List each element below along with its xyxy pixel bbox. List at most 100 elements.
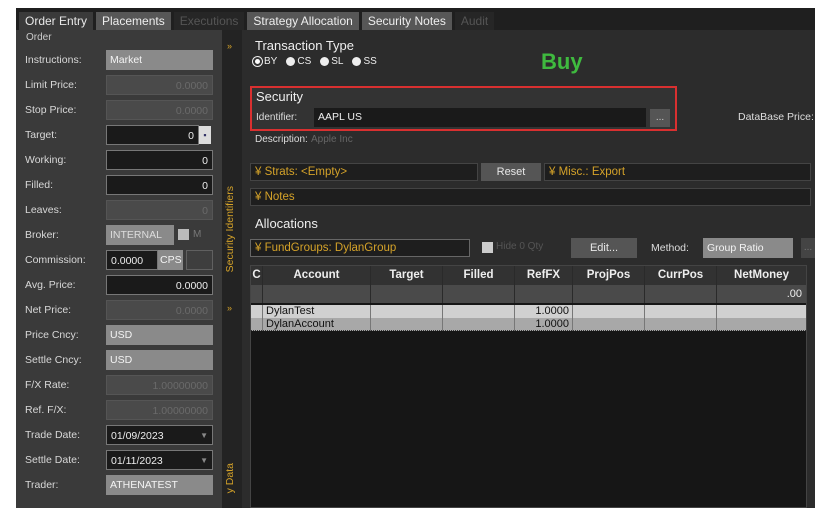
settle-date-field[interactable]: 01/11/2023 ▼ (106, 450, 213, 470)
price-ccy-field[interactable]: USD (106, 325, 213, 345)
column-header-projpos[interactable]: ProjPos (573, 266, 645, 285)
chevron-down-icon[interactable]: ▼ (200, 451, 208, 471)
tab-audit[interactable]: Audit (454, 12, 495, 30)
avg-price-label: Avg. Price: (25, 279, 76, 291)
ref-fx-row: Ref. F/X: 1.00000000 (16, 398, 222, 423)
database-price-label: DataBase Price: (738, 111, 814, 123)
broker-m-label: M (193, 229, 202, 240)
total-netmoney: .00 (786, 288, 802, 300)
limit-price-field[interactable]: 0.0000 (106, 75, 213, 95)
table-row[interactable]: DylanTest 1.0000 (251, 305, 806, 318)
misc-bar[interactable]: ¥ Misc.: Export (544, 163, 811, 181)
ref-fx-label: Ref. F/X: (25, 404, 67, 416)
tab-order-entry[interactable]: Order Entry (19, 12, 94, 30)
expand-chevron-icon: ¥ (255, 166, 265, 178)
filled-row: Filled: 0 (16, 173, 222, 198)
fx-rate-label: F/X Rate: (25, 379, 70, 391)
expand-chevron-icon: ¥ (549, 166, 559, 178)
collapse-chevron-icon[interactable]: » (227, 303, 232, 313)
fx-rate-row: F/X Rate: 1.00000000 (16, 373, 222, 398)
broker-row: Broker: INTERNAL M (16, 223, 222, 248)
radio-ss-label: SS (363, 56, 377, 67)
fund-groups-bar[interactable]: ¥ FundGroups: DylanGroup (250, 239, 470, 257)
identifier-browse-button[interactable]: ... (650, 109, 670, 127)
trade-date-field[interactable]: 01/09/2023 ▼ (106, 425, 213, 445)
identifier-label: Identifier: (256, 112, 298, 123)
instructions-field[interactable]: Market (106, 50, 213, 70)
grid-header: C Account Target Filled RefFX ProjPos Cu… (251, 266, 806, 285)
instructions-label: Instructions: (25, 54, 82, 66)
security-data-tab[interactable]: y Data (224, 463, 236, 493)
transaction-type-options: BY CS SL SS (253, 56, 377, 67)
order-group-label: Order (26, 32, 52, 43)
limit-price-row: Limit Price: 0.0000 (16, 73, 222, 98)
hide-zero-label: Hide 0 Qty (496, 241, 544, 252)
column-header-netmoney[interactable]: NetMoney (717, 266, 806, 285)
security-box: Security Identifier: AAPL US ... (250, 86, 677, 131)
tab-placements[interactable]: Placements (96, 12, 171, 30)
notes-bar[interactable]: ¥ Notes (250, 188, 811, 206)
radio-by[interactable]: BY (253, 56, 277, 67)
column-header-c[interactable]: C (251, 266, 263, 285)
tab-executions[interactable]: Executions (173, 12, 245, 30)
tab-security-notes[interactable]: Security Notes (361, 12, 452, 30)
method-select[interactable]: Group Ratio (703, 238, 793, 258)
edit-button[interactable]: Edit... (571, 238, 637, 258)
column-header-filled[interactable]: Filled (443, 266, 515, 285)
commission-extra[interactable] (186, 250, 213, 270)
reset-button[interactable]: Reset (481, 163, 541, 181)
stop-price-row: Stop Price: 0.0000 (16, 98, 222, 123)
column-header-account[interactable]: Account (263, 266, 371, 285)
target-field[interactable]: 0 (106, 125, 199, 145)
column-header-reffx[interactable]: RefFX (515, 266, 573, 285)
tab-strategy-allocation[interactable]: Strategy Allocation (247, 12, 359, 30)
main-panel: Transaction Type BY CS SL SS Buy Securit… (245, 30, 815, 508)
trader-label: Trader: (25, 479, 59, 491)
security-title: Security (256, 89, 303, 104)
radio-ss[interactable]: SS (352, 56, 377, 67)
table-row[interactable]: DylanAccount 1.0000 (251, 318, 806, 331)
radio-cs[interactable]: CS (286, 56, 311, 67)
radio-icon (286, 57, 296, 66)
strats-label: Strats: <Empty> (264, 166, 348, 178)
commission-field[interactable]: 0.0000 (106, 250, 158, 270)
radio-sl[interactable]: SL (320, 56, 343, 67)
reffx-cell: 1.0000 (515, 305, 573, 318)
trader-field[interactable]: ATHENATEST (106, 475, 213, 495)
settle-date-label: Settle Date: (25, 454, 80, 466)
broker-field[interactable]: INTERNAL (106, 225, 174, 245)
column-header-target[interactable]: Target (371, 266, 443, 285)
chevron-down-icon[interactable]: ▼ (200, 426, 208, 446)
net-price-row: Net Price: 0.0000 (16, 298, 222, 323)
target-calc-icon[interactable]: ▪ (199, 126, 211, 144)
strats-bar[interactable]: ¥ Strats: <Empty> (250, 163, 478, 181)
stop-price-field[interactable]: 0.0000 (106, 100, 213, 120)
identifier-input[interactable]: AAPL US (314, 108, 646, 127)
stop-price-label: Stop Price: (25, 104, 77, 116)
target-row: Target: 0 ▪ (16, 123, 222, 148)
avg-price-field[interactable]: 0.0000 (106, 275, 213, 295)
hide-zero-checkbox[interactable] (482, 242, 493, 253)
security-identifiers-tab[interactable]: Security Identifiers (224, 186, 236, 272)
broker-checkbox[interactable] (178, 229, 189, 240)
commission-label: Commission: (25, 254, 86, 266)
description-label: Description: (255, 134, 308, 145)
method-more-button[interactable]: ... (801, 238, 815, 258)
trader-row: Trader: ATHENATEST (16, 473, 222, 498)
settle-ccy-label: Settle Cncy: (25, 354, 82, 366)
trade-date-row: Trade Date: 01/09/2023 ▼ (16, 423, 222, 448)
account-cell: DylanAccount (263, 318, 371, 331)
tab-bar: Order Entry Placements Executions Strate… (16, 8, 815, 30)
reffx-cell: 1.0000 (515, 318, 573, 331)
settle-ccy-field[interactable]: USD (106, 350, 213, 370)
method-label: Method: (651, 242, 689, 254)
leaves-field: 0 (106, 200, 213, 220)
column-header-currpos[interactable]: CurrPos (645, 266, 717, 285)
leaves-row: Leaves: 0 (16, 198, 222, 223)
collapse-chevron-icon[interactable]: » (227, 41, 232, 51)
trade-date-label: Trade Date: (25, 429, 81, 441)
net-price-label: Net Price: (25, 304, 72, 316)
order-entry-window: Order Entry Placements Executions Strate… (16, 8, 815, 508)
commission-unit[interactable]: CPS (158, 250, 183, 270)
radio-icon (352, 57, 362, 66)
